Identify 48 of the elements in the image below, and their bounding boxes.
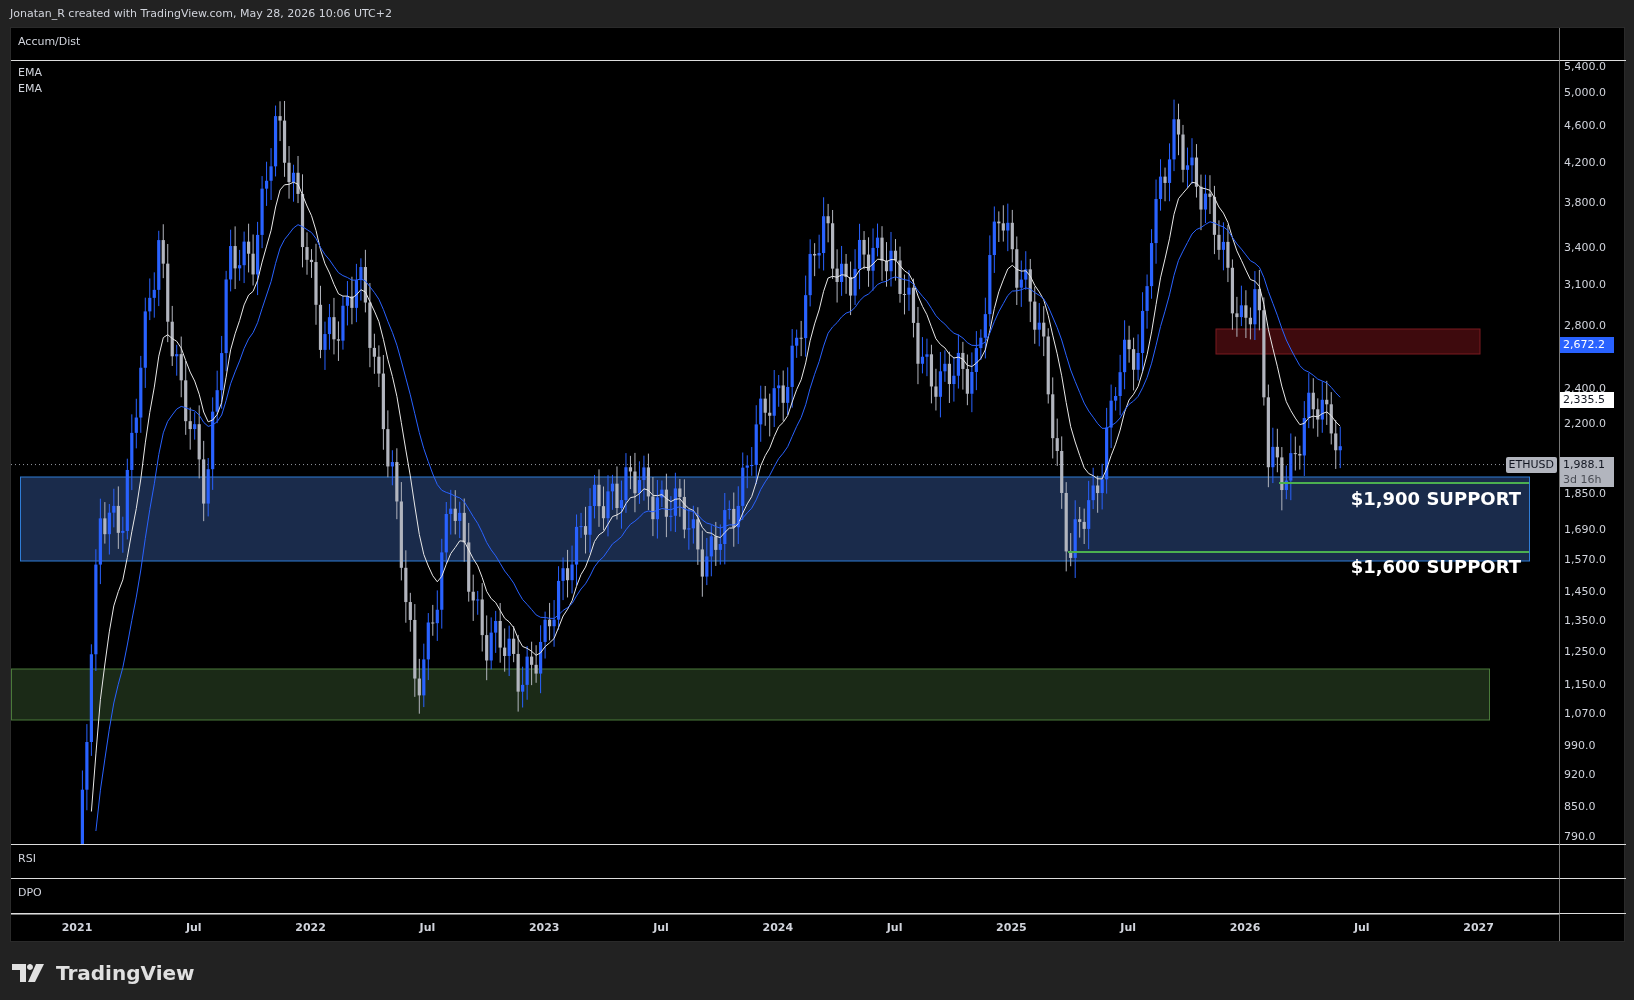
date-label: 2021: [61, 921, 93, 934]
date-label: 2027: [1463, 921, 1494, 934]
support-label: $1,600 SUPPORT: [1350, 556, 1521, 577]
price-label: 5,400.0: [1564, 60, 1606, 74]
indicator-label: EMA: [18, 65, 42, 81]
date-label: 2024: [762, 921, 794, 934]
price-label: 3,800.0: [1564, 196, 1606, 211]
price-label: 3,400.0: [1564, 241, 1606, 256]
date-label: Jul: [886, 921, 903, 934]
price-label: 1,850.0: [1564, 486, 1606, 501]
price-label: 3,100.0: [1564, 278, 1606, 293]
price-label: 4,200.0: [1564, 155, 1606, 170]
price-label: 5,000.0: [1564, 85, 1606, 100]
price-label: 850.0: [1564, 800, 1596, 815]
price-label: 1,450.0: [1564, 584, 1606, 599]
date-label: 2025: [996, 921, 1027, 934]
price-label: 1,350.0: [1564, 613, 1606, 628]
indicator-label: EMA: [18, 81, 42, 97]
date-label: Jul: [185, 921, 202, 934]
price-label: 1,690.0: [1564, 523, 1606, 538]
price-label: 2,800.0: [1564, 319, 1606, 334]
support-label: $1,900 SUPPORT: [1350, 488, 1521, 509]
price-label: 1,150.0: [1564, 678, 1606, 693]
date-label: 2023: [528, 921, 560, 934]
countdown-label: 3d 16h: [1563, 471, 1603, 487]
price-label: 4,600.0: [1564, 119, 1606, 134]
date-label: Jul: [653, 921, 669, 934]
brand-name: TradingView: [56, 961, 195, 985]
price-label: 1,070.0: [1564, 707, 1606, 722]
price-label: 920.0: [1564, 768, 1596, 783]
symbol-tag: ETHUSD: [1505, 456, 1557, 473]
price-badge: 2,672.2: [1560, 337, 1614, 354]
price-label: 1,250.0: [1564, 644, 1606, 659]
indicator-label: RSI: [18, 851, 36, 867]
price-label: 2,200.0: [1564, 416, 1606, 431]
date-label: 2022: [295, 921, 326, 934]
indicator-label: Accum/Dist: [18, 34, 81, 50]
price-label: 1,570.0: [1564, 552, 1606, 567]
date-label: Jul: [419, 921, 436, 934]
date-label: 2026: [1229, 921, 1261, 934]
date-label: Jul: [1120, 921, 1137, 934]
date-label: Jul: [1353, 921, 1370, 934]
chart-caption: Jonatan_R created with TradingView.com, May 28, 2026 10:06 UTC+2: [10, 7, 392, 20]
price-label: 990.0: [1564, 738, 1596, 753]
indicator-label: DPO: [18, 885, 42, 901]
price-value: 1,988.1: [1563, 456, 1606, 472]
price-badge: 2,335.5: [1560, 391, 1614, 408]
price-label: 790.0: [1564, 829, 1596, 844]
